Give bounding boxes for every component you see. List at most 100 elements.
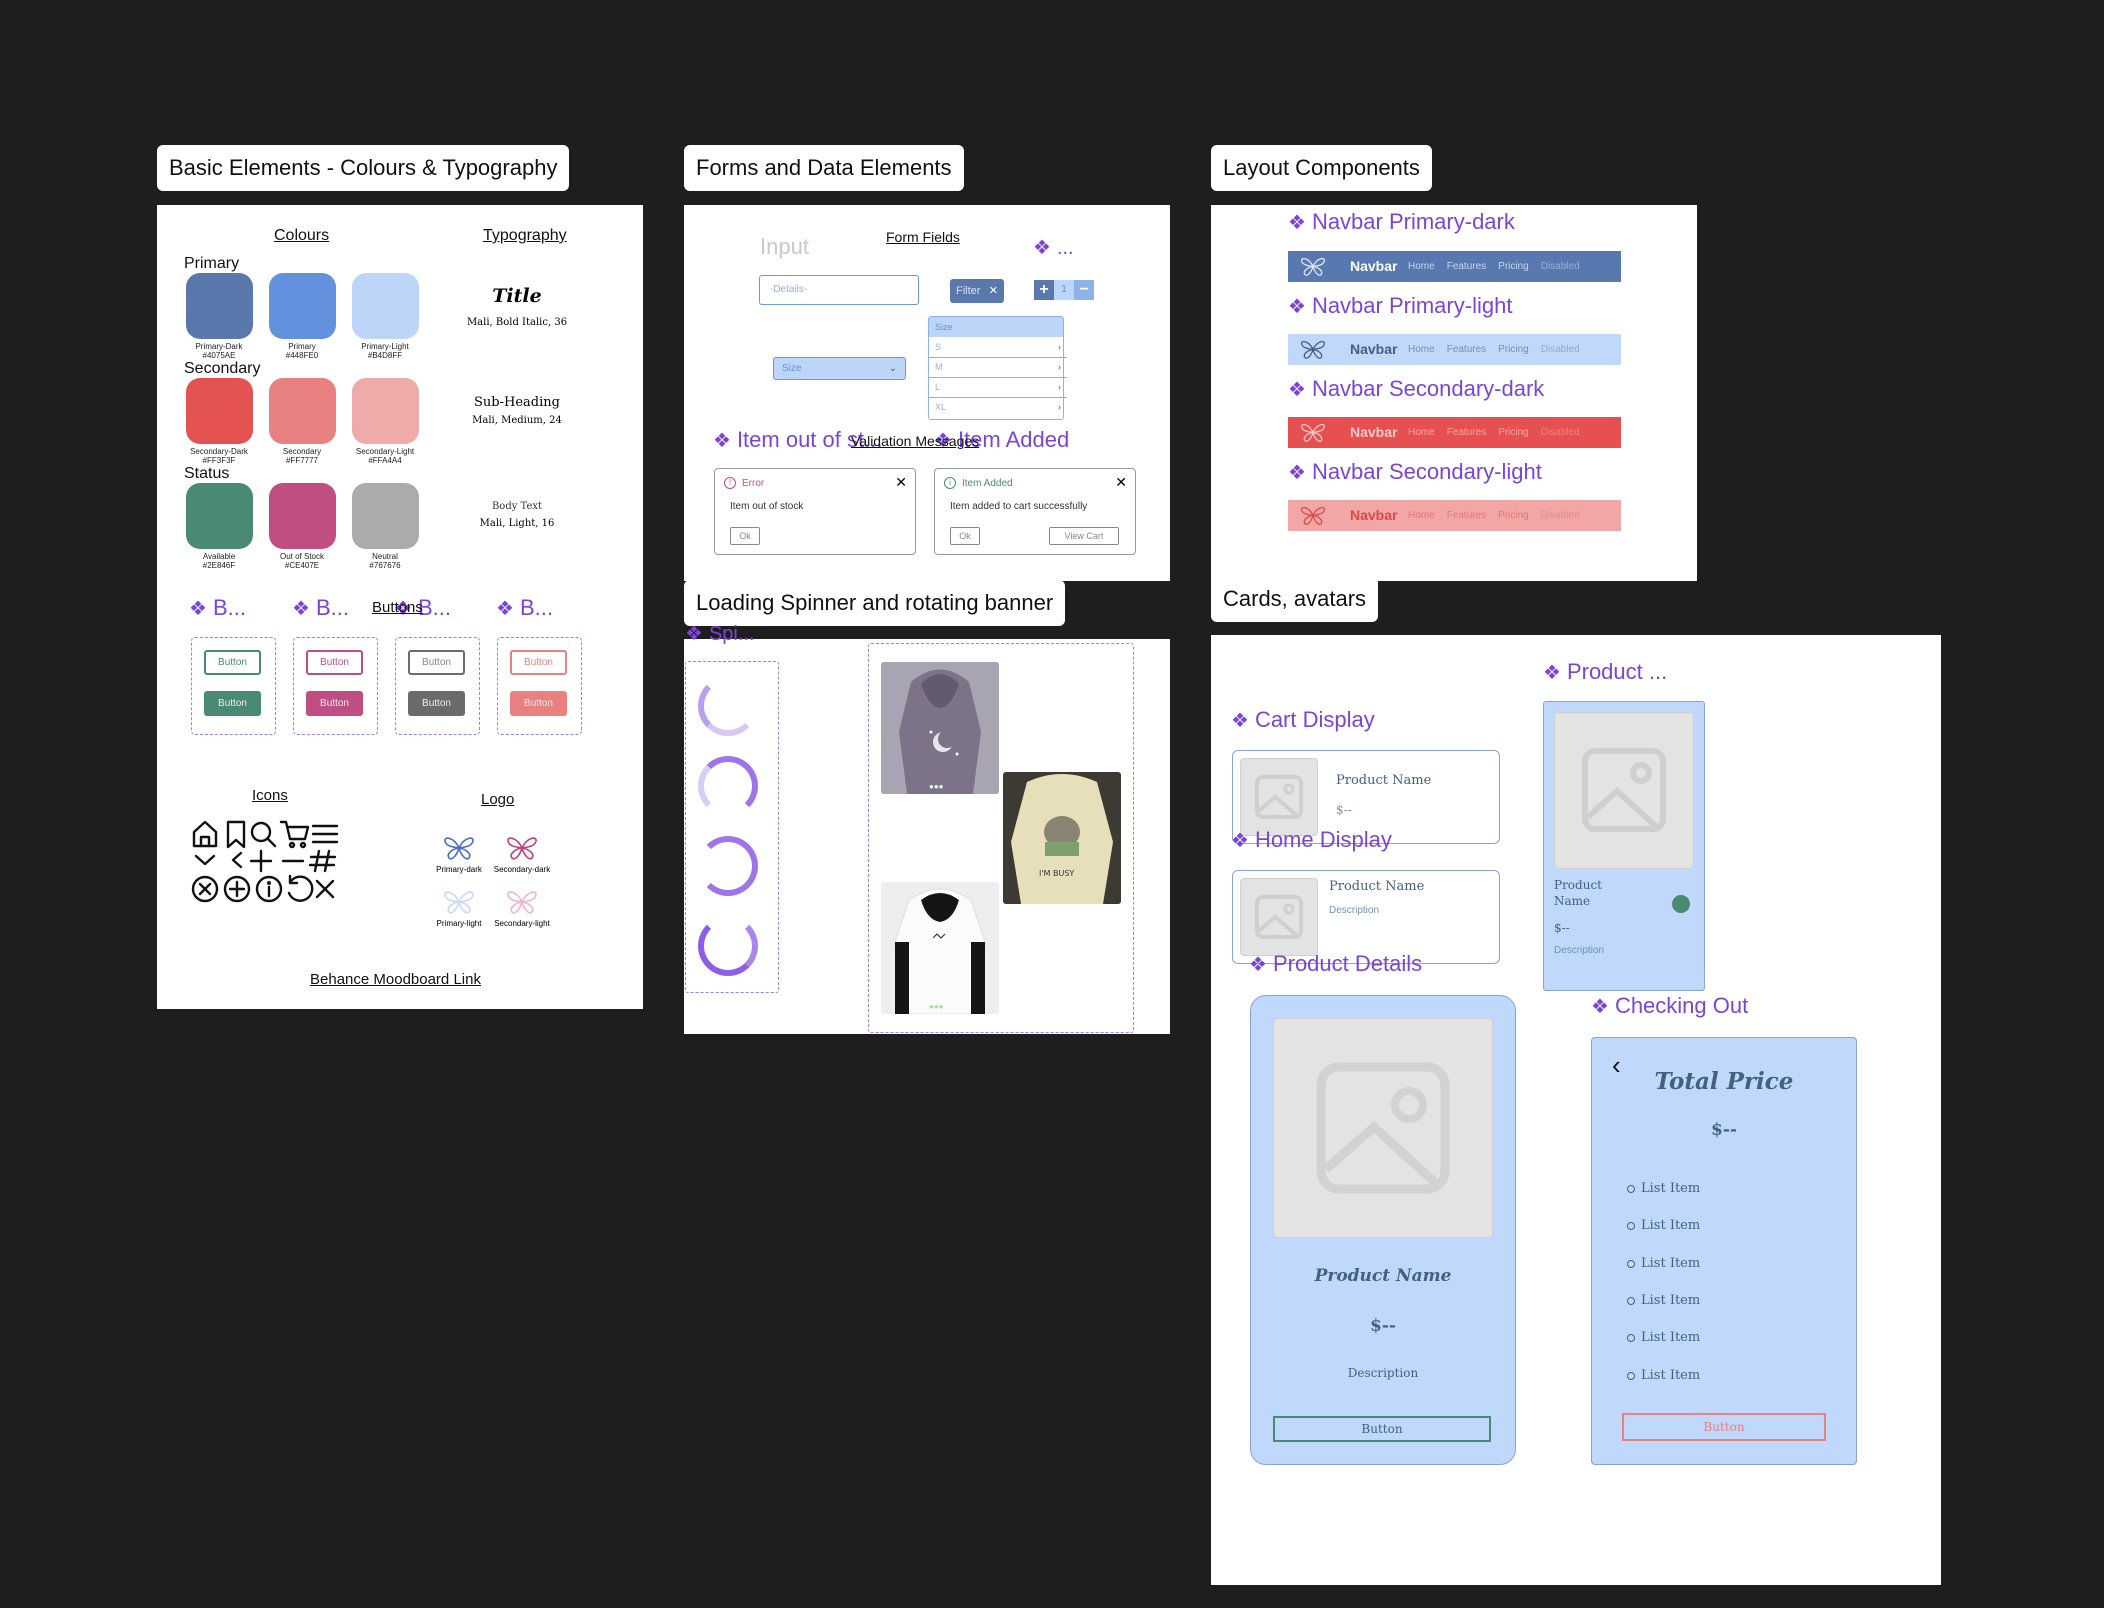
typography-heading: Typography [483,227,567,244]
butterfly-logo-icon[interactable] [1298,505,1328,526]
ok-button[interactable]: Ok [950,527,980,545]
button-component-label[interactable]: ❖ B... [496,595,553,621]
swatch-secondary-dark[interactable] [186,378,253,444]
view-cart-button[interactable]: View Cart [1049,527,1119,545]
stepper-component-label[interactable]: ❖... [1033,235,1074,260]
group-secondary-label: Secondary [184,360,261,377]
outline-button[interactable]: Button [408,650,465,675]
filled-button[interactable]: Button [306,691,363,716]
navbar-component-label[interactable]: ❖ Navbar Secondary-light [1288,459,1542,485]
cart-display-component-label[interactable]: ❖ Cart Display [1231,707,1375,733]
product-details-component-label[interactable]: ❖ Product Details [1249,951,1422,977]
swatch-label: Primary-Dark #4075AE [195,342,243,360]
details-input[interactable]: -Details- [759,275,919,305]
checkout-button[interactable]: Button [1622,1413,1826,1441]
swatch-label: Secondary-Dark #FF3F3F [190,447,248,465]
quantity-stepper[interactable]: + 1 − [1034,280,1094,300]
swatch-secondary[interactable] [269,378,336,444]
chevron-right-icon: › [1058,382,1061,392]
product-price: $-- [1554,921,1570,935]
size-option[interactable]: XL › [929,398,1067,417]
nav-link-pricing[interactable]: Pricing [1498,510,1529,521]
swatch-available[interactable] [186,483,253,549]
add-to-cart-button[interactable]: Button [1273,1416,1491,1442]
chevron-down-icon [194,854,216,866]
outline-button[interactable]: Button [204,650,261,675]
form-fields-heading: Form Fields [886,229,960,245]
nav-link-features[interactable]: Features [1447,427,1486,438]
home-display-card[interactable]: Product Name Description [1232,870,1500,964]
nav-link-home[interactable]: Home [1408,344,1435,355]
size-option[interactable]: M › [929,358,1067,378]
product-card-component-label[interactable]: ❖ Product ... [1543,659,1667,685]
navbar-primary-dark: Navbar Home Features Pricing Disabled [1288,251,1621,282]
filled-button[interactable]: Button [510,691,567,716]
navbar-brand[interactable]: Navbar [1350,341,1397,357]
size-option[interactable]: L › [929,378,1067,398]
checking-out-component-label[interactable]: ❖ Checking Out [1591,993,1748,1019]
banner-image-black-white-hoodie[interactable]: ●●● [881,882,999,1014]
frame-title-forms[interactable]: Forms and Data Elements [684,145,964,191]
nav-link-features[interactable]: Features [1447,510,1486,521]
carousel-dots[interactable]: ●●● [929,1002,944,1011]
navbar-brand[interactable]: Navbar [1350,258,1397,274]
navbar-brand[interactable]: Navbar [1350,424,1397,440]
button-component-label[interactable]: ❖ B... [189,595,246,621]
navbar-brand[interactable]: Navbar [1350,507,1397,523]
frame-title-basic[interactable]: Basic Elements - Colours & Typography [157,145,570,191]
minus-button[interactable]: − [1074,280,1094,300]
product-card[interactable]: Product Name $-- Description [1543,701,1705,991]
nav-link-home[interactable]: Home [1408,427,1435,438]
close-icon[interactable]: ✕ [895,474,907,491]
close-icon [315,879,335,899]
nav-link-features[interactable]: Features [1447,261,1486,272]
filled-button[interactable]: Button [408,691,465,716]
nav-link-pricing[interactable]: Pricing [1498,427,1529,438]
navbar-component-label[interactable]: ❖ Navbar Primary-light [1288,293,1512,319]
nav-link-pricing[interactable]: Pricing [1498,344,1529,355]
frame-title-cards[interactable]: Cards, avatars [1211,576,1379,622]
outline-button[interactable]: Button [510,650,567,675]
butterfly-logo-icon[interactable] [1298,339,1328,360]
swatch-neutral[interactable] [352,483,419,549]
butterfly-logo-icon[interactable] [1298,422,1328,443]
carousel-dots[interactable]: ●●● [929,782,944,791]
banner-image-cream-hoodie[interactable]: I'M BUSY [1003,772,1121,904]
spinner-component-label[interactable]: ❖ Spi... [685,621,755,646]
layout-panel: ❖ Navbar Primary-dark Navbar Home Features… [1211,205,1697,581]
outline-button[interactable]: Button [306,650,363,675]
butterfly-logo-icon [507,891,537,914]
ok-button[interactable]: Ok [730,527,760,545]
nav-link-features[interactable]: Features [1447,344,1486,355]
nav-link-home[interactable]: Home [1408,261,1435,272]
chevron-right-icon: › [1058,362,1061,372]
loading-spinner [698,836,758,896]
banner-image-purple-hoodie[interactable]: ●●● [881,662,999,794]
hoodie-image-icon [881,662,999,794]
plus-button[interactable]: + [1034,280,1054,300]
navbar-component-label[interactable]: ❖ Navbar Secondary-dark [1288,376,1544,402]
home-display-component-label[interactable]: ❖ Home Display [1231,827,1392,853]
filled-button[interactable]: Button [204,691,261,716]
navbar-component-label[interactable]: ❖ Navbar Primary-dark [1288,209,1515,235]
size-option[interactable]: S › [929,338,1067,358]
hash-icon [308,849,337,873]
swatch-primary-light[interactable] [352,273,419,339]
nav-link-home[interactable]: Home [1408,510,1435,521]
loading-spinner [698,756,758,816]
size-select[interactable]: Size ⌄ [773,357,906,380]
button-component-label[interactable]: ❖ B... [292,595,349,621]
close-icon[interactable]: ✕ [1115,474,1127,491]
behance-moodboard-link[interactable]: Behance Moodboard Link [310,971,481,988]
frame-title-layout[interactable]: Layout Components [1211,145,1432,191]
filter-chip[interactable]: Filter ✕ [950,279,1004,303]
frame-title-loading[interactable]: Loading Spinner and rotating banner [684,580,1066,626]
swatch-secondary-light[interactable] [352,378,419,444]
close-icon[interactable]: ✕ [989,279,998,303]
chevron-right-icon: › [1058,402,1061,412]
swatch-primary-dark[interactable] [186,273,253,339]
swatch-primary[interactable] [269,273,336,339]
swatch-out-of-stock[interactable] [269,483,336,549]
nav-link-pricing[interactable]: Pricing [1498,261,1529,272]
butterfly-logo-icon[interactable] [1298,256,1328,277]
